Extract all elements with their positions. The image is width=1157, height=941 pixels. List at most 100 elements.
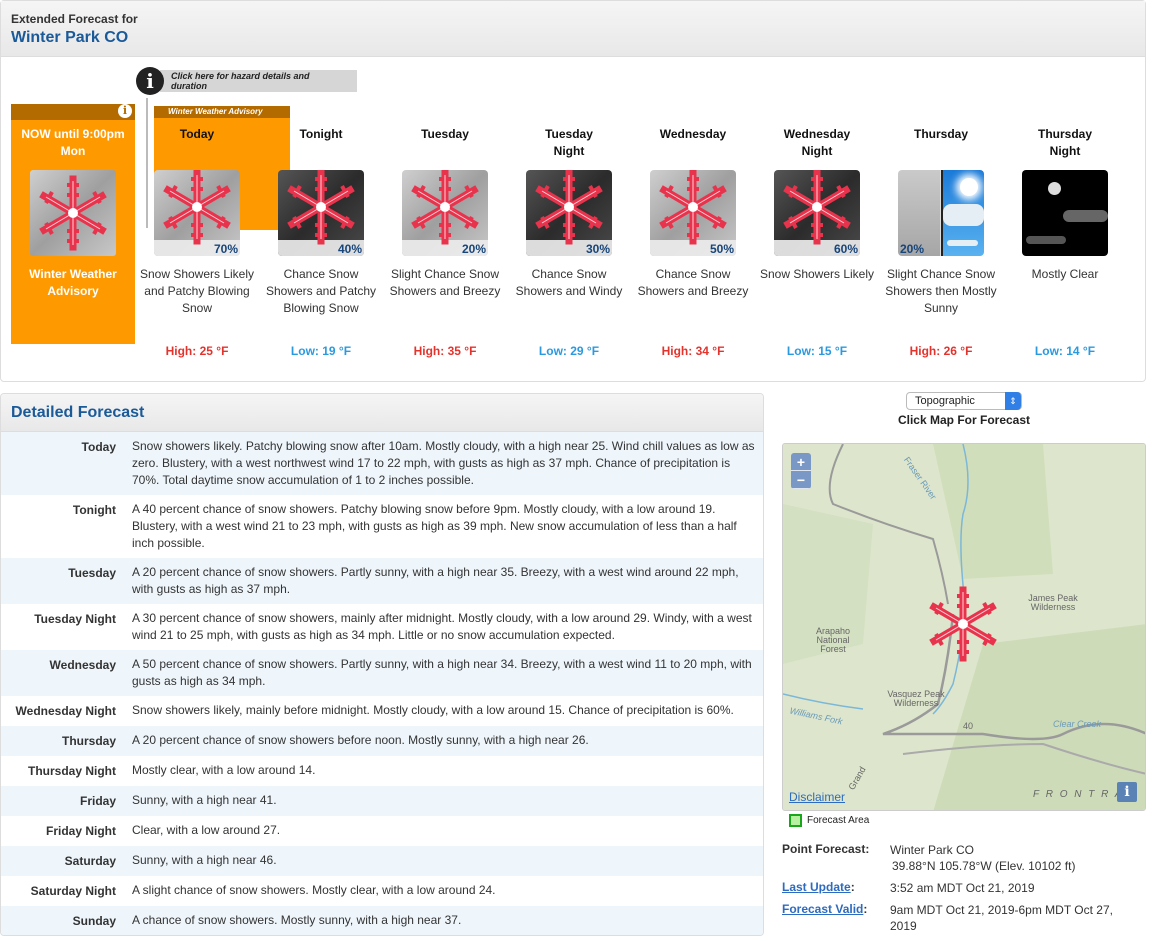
detailed-forecast-row: Tonight A 40 percent chance of snow show… bbox=[1, 495, 763, 558]
map-label-clear-creek: Clear Creek bbox=[1053, 719, 1102, 729]
hazard-details-link[interactable]: i Click here for hazard details and dura… bbox=[136, 67, 357, 95]
row-period: Saturday Night bbox=[30, 884, 116, 898]
map-label-arapaho: Arapaho National Forest bbox=[815, 626, 851, 654]
tombstone[interactable]: Tonight 40% Chance Snow Showers and Patc… bbox=[259, 126, 383, 358]
short-description: Chance Snow Showers and Patchy Blowing S… bbox=[265, 267, 377, 315]
tombstone[interactable]: Tuesday 20% Slight Chance Snow Showers a… bbox=[383, 126, 507, 358]
row-text: Snow showers likely, mainly before midni… bbox=[132, 703, 734, 717]
snow-day-icon[interactable]: 20% bbox=[402, 170, 488, 256]
temperature: Low: 14 °F bbox=[1034, 344, 1096, 358]
detailed-forecast-row: Wednesday A 50 percent chance of snow sh… bbox=[1, 650, 763, 696]
forecast-valid-link[interactable]: Forecast Valid bbox=[782, 902, 863, 916]
snow-day-icon[interactable]: 50% bbox=[650, 170, 736, 256]
detailed-forecast-list: Today Snow showers likely. Patchy blowin… bbox=[1, 432, 763, 935]
tombstone[interactable]: Thursday 20% Slight Chance Snow Showers … bbox=[879, 126, 1003, 358]
snow-night-icon[interactable]: 30% bbox=[526, 170, 612, 256]
night-mostly-clear-icon[interactable] bbox=[1022, 170, 1108, 256]
detailed-forecast-row: Tuesday A 20 percent chance of snow show… bbox=[1, 558, 763, 604]
tombstone[interactable]: Today 70% Snow Showers Likely and Patchy… bbox=[135, 126, 259, 358]
point-forecast-name: Winter Park CO bbox=[890, 843, 975, 857]
forecast-valid-value: 9am MDT Oct 21, 2019-6pm MDT Oct 27, 201… bbox=[890, 903, 1113, 933]
detailed-forecast-panel: Detailed Forecast Today Snow showers lik… bbox=[0, 393, 764, 936]
period-name: Wednesday Night bbox=[783, 127, 851, 158]
tombstone[interactable]: Tuesday Night 30% Chance Snow Showers an… bbox=[507, 126, 631, 358]
disclaimer-link[interactable]: Disclaimer bbox=[789, 790, 845, 804]
map-zoom-controls: + − bbox=[791, 453, 811, 489]
zoom-out-button[interactable]: − bbox=[791, 471, 811, 489]
row-text: Sunny, with a high near 41. bbox=[132, 793, 277, 807]
precip-chance: 60% bbox=[833, 242, 858, 256]
snow-day-icon[interactable]: 70% bbox=[154, 170, 240, 256]
row-period: Thursday Night bbox=[27, 764, 116, 778]
location-title: Winter Park CO bbox=[11, 29, 129, 46]
map-label-front-range: F R O N T R A bbox=[1033, 789, 1124, 800]
point-forecast-coords: 39.88°N 105.78°W (Elev. 10102 ft) bbox=[892, 859, 1076, 873]
tombstone[interactable]: Thursday Night Mostly Clear Low: 14 °F bbox=[1003, 126, 1127, 358]
temperature: High: 26 °F bbox=[909, 344, 973, 358]
point-forecast-label: Point Forecast: bbox=[782, 842, 870, 856]
hazard-link-label: Click here for hazard details and durati… bbox=[160, 70, 357, 92]
row-text: Mostly clear, with a low around 14. bbox=[132, 763, 316, 777]
row-text: Clear, with a low around 27. bbox=[132, 823, 281, 837]
precip-chance: 20% bbox=[900, 242, 925, 256]
hazard-label: Winter Weather Advisory bbox=[29, 267, 117, 298]
row-period: Today bbox=[81, 440, 116, 454]
row-period: Tuesday bbox=[68, 566, 116, 580]
detailed-forecast-row: Wednesday Night Snow showers likely, mai… bbox=[1, 696, 763, 726]
row-text: A 50 percent chance of snow showers. Par… bbox=[132, 657, 752, 688]
snow-then-sunny-icon[interactable]: 20% bbox=[898, 170, 984, 256]
detailed-forecast-row: Sunday A chance of snow showers. Mostly … bbox=[1, 906, 763, 935]
period-name: Tonight bbox=[299, 127, 343, 141]
row-period: Wednesday Night bbox=[15, 704, 116, 718]
short-description: Slight Chance Snow Showers then Mostly S… bbox=[885, 267, 997, 315]
temperature: High: 34 °F bbox=[661, 344, 725, 358]
row-text: A chance of snow showers. Mostly sunny, … bbox=[132, 913, 462, 927]
snow-night-icon[interactable]: 60% bbox=[774, 170, 860, 256]
hazard-bar: i bbox=[11, 104, 135, 120]
panel-header: Extended Forecast for Winter Park CO bbox=[1, 1, 1145, 57]
map-column: Topographic ⇕ Click Map For Forecast Fra… bbox=[782, 392, 1146, 933]
period-name: Thursday Night bbox=[1037, 127, 1092, 158]
info-icon: i bbox=[136, 67, 164, 95]
short-description: Snow Showers Likely bbox=[759, 267, 875, 281]
map-legend: Forecast Area bbox=[789, 814, 869, 827]
row-period: Thursday bbox=[61, 734, 116, 748]
last-update-link[interactable]: Last Update bbox=[782, 880, 851, 894]
temperature: Low: 15 °F bbox=[786, 344, 848, 358]
detailed-forecast-title: Detailed Forecast bbox=[1, 394, 763, 432]
chevron-updown-icon: ⇕ bbox=[1005, 392, 1021, 410]
forecast-map[interactable]: Fraser River James Peak Wilderness Arapa… bbox=[782, 443, 1146, 811]
tombstone[interactable]: Wednesday Night 60% Snow Showers Likely … bbox=[755, 126, 879, 358]
precip-chance: 70% bbox=[213, 242, 238, 256]
row-period: Tonight bbox=[72, 503, 116, 517]
precip-chance: 30% bbox=[585, 242, 610, 256]
precip-chance: 40% bbox=[337, 242, 362, 256]
snow-night-icon[interactable]: 40% bbox=[278, 170, 364, 256]
row-text: A slight chance of snow showers. Mostly … bbox=[132, 883, 496, 897]
row-period: Tuesday Night bbox=[34, 612, 116, 626]
tombstone[interactable]: Wednesday 50% Chance Snow Showers and Br… bbox=[631, 126, 755, 358]
period-name: Thursday bbox=[913, 127, 968, 141]
detailed-forecast-row: Saturday Night A slight chance of snow s… bbox=[1, 876, 763, 906]
info-icon[interactable]: i bbox=[1117, 782, 1137, 802]
period-name: Tuesday bbox=[421, 127, 469, 141]
detailed-forecast-row: Saturday Sunny, with a high near 46. bbox=[1, 846, 763, 876]
click-map-hint: Click Map For Forecast bbox=[897, 413, 1031, 427]
short-description: Slight Chance Snow Showers and Breezy bbox=[389, 267, 501, 298]
map-layer-select[interactable]: Topographic ⇕ bbox=[906, 392, 1022, 410]
zoom-in-button[interactable]: + bbox=[791, 453, 811, 471]
temperature: High: 25 °F bbox=[165, 344, 229, 358]
info-icon[interactable]: i bbox=[118, 104, 132, 118]
current-hazard-box[interactable]: i NOW until 9:00pm Mon Winter Weather Ad… bbox=[11, 104, 135, 344]
snowflake-icon bbox=[30, 170, 116, 256]
short-description: Mostly Clear bbox=[1031, 267, 1099, 281]
point-forecast-info: Point Forecast: Winter Park CO 39.88°N 1… bbox=[782, 842, 1140, 940]
detailed-forecast-row: Today Snow showers likely. Patchy blowin… bbox=[1, 432, 763, 495]
detailed-forecast-row: Thursday Night Mostly clear, with a low … bbox=[1, 756, 763, 786]
period-name: Tuesday Night bbox=[545, 127, 593, 158]
detailed-forecast-row: Friday Sunny, with a high near 41. bbox=[1, 786, 763, 816]
panel-subtitle: Extended Forecast for bbox=[11, 12, 138, 26]
period-name: Today bbox=[179, 127, 215, 141]
precip-chance: 50% bbox=[709, 242, 734, 256]
row-period: Saturday bbox=[64, 854, 116, 868]
